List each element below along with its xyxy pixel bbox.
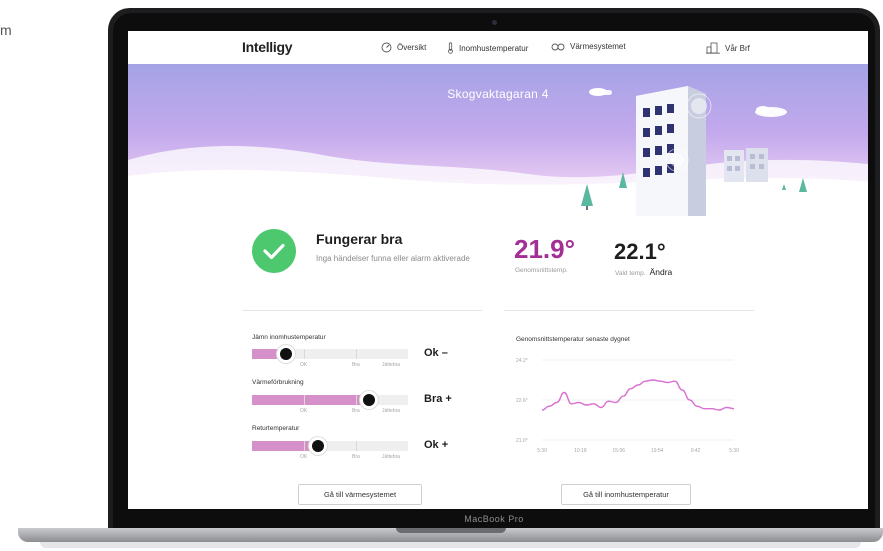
metric-verdict: Bra +: [424, 393, 452, 405]
go-to-indoor-temperature-button[interactable]: Gå till inomhustemperatur: [561, 484, 691, 505]
scale-jattebra: Jättebra: [382, 408, 401, 414]
hero-illustration: [128, 86, 868, 216]
metric-tick: [356, 349, 357, 359]
chart-series-line: [541, 379, 735, 411]
app-logo[interactable]: Intelligy: [242, 39, 293, 55]
chart-x-tick: 19:54: [651, 448, 664, 454]
page: m MacBook Pro Intelligy Översikt Inomhus…: [0, 0, 883, 551]
chart-x-tick: 5:30: [729, 448, 739, 454]
chart-y-tick: 22.6°: [516, 398, 528, 404]
temperature-line-chart: 24.2° 22.6° 21.0° 5:30 10:18 15:06 19:54 0:42 5:…: [516, 358, 739, 454]
nav-item-label: Inomhustemperatur: [459, 43, 529, 53]
hero-banner: Skogvaktagaran 4: [128, 64, 868, 216]
metric-slider[interactable]: [252, 391, 408, 409]
metric-tick: [356, 395, 357, 405]
metric-label: Värmeförbrukning: [252, 379, 304, 386]
metric-scale: OK Bra Jättebra: [252, 408, 408, 416]
scale-bra: Bra: [352, 362, 360, 368]
metric-knob[interactable]: [309, 437, 327, 455]
side-text: m: [0, 22, 12, 38]
chart-x-tick: 5:30: [537, 448, 547, 454]
building-icon: [706, 42, 720, 54]
divider-right: [504, 310, 754, 311]
metric-tick: [304, 395, 305, 405]
device-label: MacBook Pro: [464, 514, 524, 524]
chart-y-tick: 24.2°: [516, 358, 528, 364]
gauge-icon: [381, 42, 392, 53]
metric-slider[interactable]: [252, 437, 408, 455]
nav-item-varmesystemet[interactable]: Värmesystemet: [551, 42, 626, 51]
app-screen: Intelligy Översikt Inomhustemperatur Vär…: [128, 31, 868, 509]
status-subtitle: Inga händelser funna eller alarm aktiver…: [316, 254, 470, 263]
top-nav: Intelligy Översikt Inomhustemperatur Vär…: [128, 31, 868, 64]
camera-dot: [492, 20, 497, 25]
nav-item-oversikt[interactable]: Översikt: [381, 42, 426, 53]
scale-bra: Bra: [352, 408, 360, 414]
metric-fill: [252, 395, 369, 405]
metric-verdict: Ok –: [424, 347, 448, 359]
metric-label: Returtemperatur: [252, 425, 300, 432]
chart-title: Genomsnittstemperatur senaste dygnet: [516, 336, 630, 343]
chart-x-tick: 10:18: [574, 448, 587, 454]
metric-slider[interactable]: [252, 345, 408, 363]
divider-left: [242, 310, 482, 311]
nav-item-label: Vår Brf: [725, 43, 750, 53]
nav-item-var-brf[interactable]: Vår Brf: [706, 42, 750, 54]
metric-scale: OK Bra Jättebra: [252, 454, 408, 462]
selected-temperature-label: Vald temp.: [615, 270, 646, 277]
laptop-notch: [395, 528, 506, 533]
average-temperature-value: 21.9°: [514, 234, 576, 264]
scale-jattebra: Jättebra: [382, 362, 401, 368]
check-icon: [263, 243, 285, 260]
metric-tick: [304, 441, 305, 451]
scale-jattebra: Jättebra: [382, 454, 401, 460]
change-temperature-link[interactable]: Ändra: [650, 267, 673, 277]
infinity-icon: [551, 43, 565, 50]
selected-temperature-value: 22.1°: [614, 239, 666, 264]
selected-temperature-row: Vald temp. Ändra: [615, 267, 672, 277]
scale-ok: OK: [300, 408, 308, 414]
chart-x-tick: 0:42: [691, 448, 701, 454]
metric-scale: OK Bra Jättebra: [252, 362, 408, 370]
thermometer-icon: [448, 42, 453, 54]
metric-knob[interactable]: [277, 345, 295, 363]
metric-knob[interactable]: [360, 391, 378, 409]
status-title: Fungerar bra: [316, 231, 403, 247]
chart-x-tick: 15:06: [613, 448, 626, 454]
go-to-heating-system-button[interactable]: Gå till värmesystemet: [298, 484, 422, 505]
metric-tick: [304, 349, 305, 359]
laptop-base: [18, 528, 883, 542]
average-temperature-label: Genomsnittstemp.: [515, 267, 568, 274]
chart-y-tick: 21.0°: [516, 438, 528, 444]
scale-ok: OK: [300, 362, 308, 368]
laptop-foot: [40, 542, 861, 548]
nav-item-label: Översikt: [397, 43, 427, 52]
nav-item-label: Värmesystemet: [570, 42, 626, 51]
metric-tick: [356, 441, 357, 451]
nav-item-inomhustemperatur[interactable]: Inomhustemperatur: [447, 42, 528, 54]
check-circle-icon: [252, 229, 296, 273]
metric-label: Jämn inomhustemperatur: [252, 334, 326, 341]
metric-verdict: Ok +: [424, 439, 449, 451]
scale-ok: OK: [300, 454, 308, 460]
scale-bra: Bra: [352, 454, 360, 460]
